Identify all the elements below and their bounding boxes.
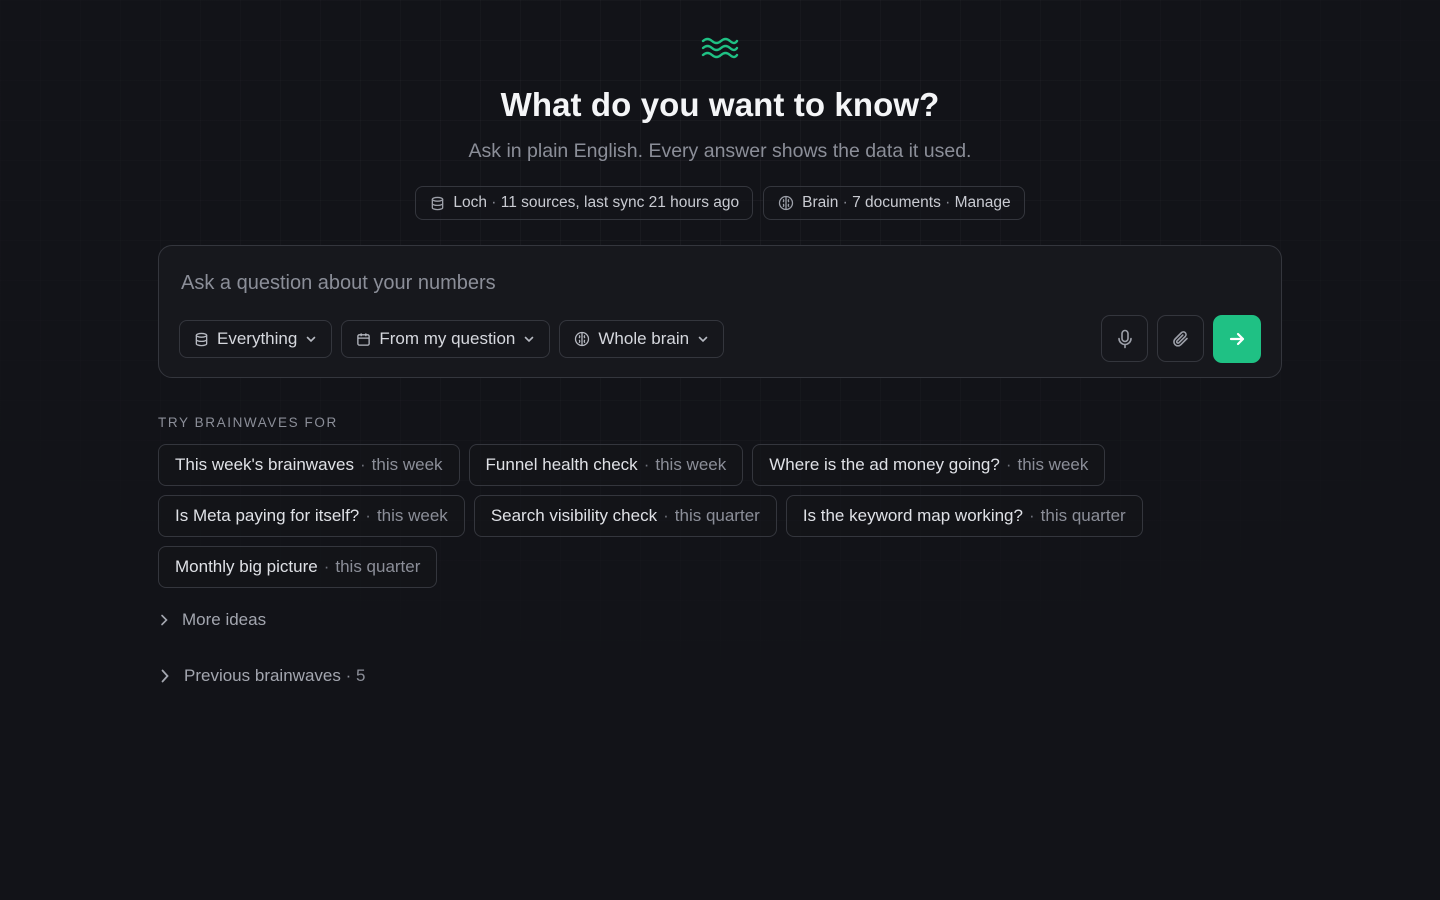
suggestion-period: this quarter	[1040, 506, 1126, 525]
waves-logo-icon	[700, 34, 740, 62]
suggestion-period: this quarter	[674, 506, 760, 525]
previous-brainwaves-label: Previous brainwaves	[184, 666, 341, 685]
suggestion-question: Funnel health check	[485, 455, 638, 474]
suggestion-chip[interactable]: Funnel health check · this week	[468, 444, 744, 486]
brain-pill[interactable]: Brain · 7 documents · Manage	[763, 186, 1025, 220]
suggestion-period: this week	[376, 506, 448, 525]
microphone-icon	[1116, 329, 1134, 349]
chevron-right-icon	[158, 613, 170, 627]
suggestion-question: This week's brainwaves	[175, 455, 354, 474]
data-scope-select[interactable]: Everything	[179, 320, 333, 358]
question-input[interactable]	[181, 272, 1081, 295]
suggestion-chip[interactable]: This week's brainwaves · this week	[158, 444, 460, 486]
suggestion-question: Is Meta paying for itself?	[175, 506, 360, 525]
composer-actions	[1101, 315, 1261, 363]
arrow-right-icon	[1228, 330, 1246, 348]
source-name: Loch	[453, 194, 487, 211]
suggestion-question: Monthly big picture	[175, 557, 318, 576]
suggestion-chip[interactable]: Where is the ad money going? · this week	[752, 444, 1106, 486]
calendar-icon	[356, 332, 371, 347]
suggestion-chip[interactable]: Is Meta paying for itself? · this week	[158, 495, 465, 537]
brain-icon	[574, 331, 590, 347]
suggestion-period: this week	[655, 455, 727, 474]
time-range-select[interactable]: From my question	[341, 320, 551, 358]
chevron-down-icon	[697, 333, 709, 345]
attach-button[interactable]	[1157, 315, 1204, 362]
database-icon	[430, 196, 445, 211]
suggestion-question: Is the keyword map working?	[802, 506, 1023, 525]
data-scope-label: Everything	[217, 329, 298, 348]
suggestion-row: Monthly big picture · this quarter	[158, 546, 1282, 588]
suggestion-row: This week's brainwaves · this week Funnel …	[158, 444, 1282, 486]
page: What do you want to know? Ask in plain E…	[0, 0, 1440, 900]
suggestion-period: this quarter	[335, 557, 421, 576]
suggestion-question: Search visibility check	[490, 506, 658, 525]
scope-selectors: Everything From my question Whole brain	[179, 320, 725, 358]
brain-icon	[778, 195, 794, 211]
question-composer: Everything From my question	[158, 245, 1282, 378]
previous-brainwaves-count: 5	[355, 666, 366, 685]
suggestion-period: this week	[1017, 455, 1089, 474]
brain-detail: 7 documents	[852, 194, 941, 211]
status-pills: Loch · 11 sources, last sync 21 hours ag…	[0, 186, 1440, 220]
more-ideas-label: More ideas	[182, 610, 267, 629]
suggestion-period: this week	[371, 455, 443, 474]
paperclip-icon	[1172, 330, 1190, 348]
source-detail: 11 sources, last sync 21 hours ago	[500, 194, 740, 211]
suggestion-chip[interactable]: Is the keyword map working? · this quarter	[785, 495, 1143, 537]
suggestion-chips: This week's brainwaves · this week Funnel …	[158, 444, 1282, 597]
chevron-right-icon	[158, 668, 172, 684]
page-subtitle: Ask in plain English. Every answer shows…	[468, 140, 972, 162]
manage-link[interactable]: Manage	[955, 194, 1011, 211]
chevron-down-icon	[523, 333, 535, 345]
suggestion-question: Where is the ad money going?	[769, 455, 1000, 474]
brain-name: Brain	[802, 194, 839, 211]
brain-scope-select[interactable]: Whole brain	[559, 320, 725, 358]
more-ideas-toggle[interactable]: More ideas	[158, 610, 266, 630]
previous-brainwaves-toggle[interactable]: Previous brainwaves · 5	[158, 666, 365, 686]
database-icon	[194, 332, 209, 347]
suggestion-chip[interactable]: Monthly big picture · this quarter	[158, 546, 438, 588]
send-button[interactable]	[1213, 315, 1261, 363]
time-range-label: From my question	[379, 329, 516, 348]
brain-scope-label: Whole brain	[598, 329, 690, 348]
suggestions-heading: TRY BRAINWAVES FOR	[158, 415, 338, 430]
chevron-down-icon	[305, 333, 317, 345]
microphone-button[interactable]	[1101, 315, 1148, 362]
data-source-pill[interactable]: Loch · 11 sources, last sync 21 hours ag…	[415, 186, 754, 220]
suggestion-chip[interactable]: Search visibility check · this quarter	[473, 495, 777, 537]
suggestion-row: Is Meta paying for itself? · this week Sea…	[158, 495, 1282, 537]
page-title: What do you want to know?	[500, 86, 940, 123]
